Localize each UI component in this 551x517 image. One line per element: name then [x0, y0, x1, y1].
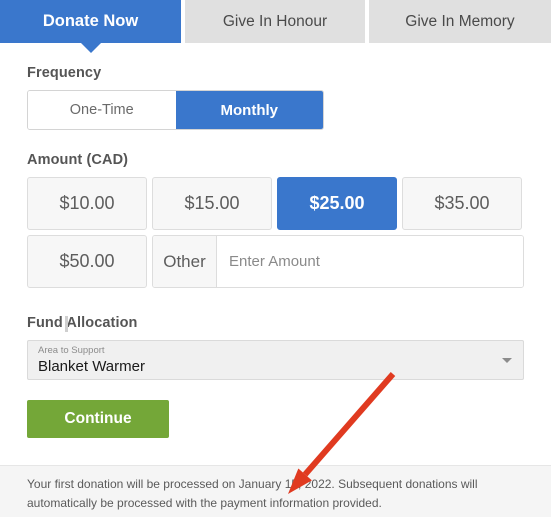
amount-option-15[interactable]: $15.00: [152, 177, 272, 230]
tab-give-in-honour-label: Give In Honour: [222, 12, 328, 30]
donation-tabs: Donate Now Give In Honour Give In Memory: [0, 0, 551, 53]
fund-allocation-label-text: Fund Allocation: [27, 315, 138, 331]
frequency-option-monthly[interactable]: Monthly: [175, 91, 323, 129]
amount-option-50-label: $50.00: [59, 251, 115, 271]
tab-give-in-memory[interactable]: Give In Memory: [369, 0, 551, 43]
tab-give-in-memory-label: Give In Memory: [405, 12, 515, 30]
frequency-option-monthly-label: Monthly: [220, 101, 279, 119]
amount-option-10[interactable]: $10.00: [27, 177, 147, 230]
frequency-option-one-time[interactable]: One-Time: [28, 91, 176, 129]
amount-label: Amount (CAD): [27, 152, 129, 168]
amount-option-25-label: $25.00: [309, 193, 365, 213]
amount-other-label[interactable]: Other: [153, 236, 217, 287]
amount-option-50[interactable]: $50.00: [27, 235, 147, 288]
area-to-support-select[interactable]: Area to Support Blanket Warmer: [27, 340, 524, 380]
recurring-donation-note: Your first donation will be processed on…: [0, 465, 551, 517]
amount-other-input[interactable]: [217, 236, 523, 287]
donation-form: Frequency One-Time Monthly Amount (CAD) …: [0, 43, 551, 438]
amount-option-35-label: $35.00: [434, 193, 490, 213]
text-cursor-artifact: [65, 316, 68, 332]
amount-preset-row-2: $50.00 Other: [27, 235, 524, 288]
tab-donate-now-label: Donate Now: [42, 12, 139, 30]
amount-other-group: Other: [152, 235, 524, 288]
amount-preset-row-1: $10.00 $15.00 $25.00 $35.00: [27, 177, 524, 230]
continue-button[interactable]: Continue: [27, 400, 169, 438]
amount-option-10-label: $10.00: [59, 193, 115, 213]
fund-allocation-label: Fund Allocation: [27, 315, 138, 332]
area-to-support-value: Blanket Warmer: [38, 358, 145, 375]
frequency-option-one-time-label: One-Time: [69, 102, 134, 118]
chevron-down-icon: [502, 358, 512, 363]
amount-option-15-label: $15.00: [184, 193, 240, 213]
amount-option-35[interactable]: $35.00: [402, 177, 522, 230]
frequency-label: Frequency: [27, 65, 102, 81]
amount-option-25[interactable]: $25.00: [277, 177, 397, 230]
tab-give-in-honour[interactable]: Give In Honour: [185, 0, 365, 43]
tab-donate-now[interactable]: Donate Now: [0, 0, 181, 53]
area-to-support-mini-label: Area to Support: [38, 345, 105, 356]
frequency-toggle-group: One-Time Monthly: [27, 90, 324, 130]
